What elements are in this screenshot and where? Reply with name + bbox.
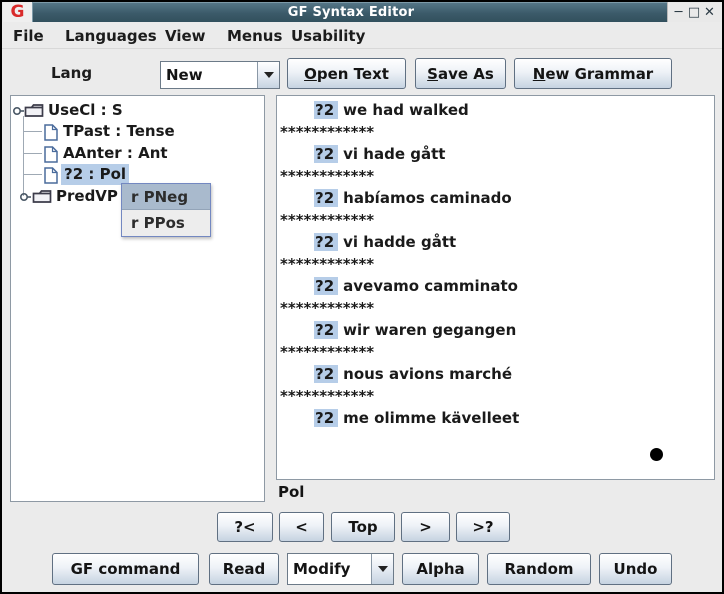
linearization-line: ?2 we had walked bbox=[278, 99, 713, 121]
focus-token[interactable]: ?2 bbox=[314, 189, 338, 207]
alpha-button[interactable]: Alpha bbox=[402, 553, 479, 585]
open-text-mnemonic: O bbox=[304, 65, 317, 83]
lang-label: Lang bbox=[51, 64, 92, 82]
linearization-line: ?2 wir waren gegangen bbox=[278, 319, 713, 341]
title-bar-main: GF Syntax Editor bbox=[32, 2, 669, 22]
status-label: Pol bbox=[278, 482, 304, 503]
sentence-text: avevamo camminato bbox=[343, 277, 518, 295]
tree-node-label[interactable]: TPast : Tense bbox=[63, 121, 175, 142]
chevron-down-icon[interactable] bbox=[257, 62, 279, 88]
sentence-text: habíamos caminado bbox=[343, 189, 512, 207]
focus-token[interactable]: ?2 bbox=[314, 145, 338, 163]
separator-line: ************ bbox=[278, 253, 713, 275]
linearization-line: ?2 vi hade gått bbox=[278, 143, 713, 165]
menu-file[interactable]: File bbox=[10, 25, 47, 47]
save-as-rest: ave As bbox=[438, 65, 494, 83]
prev-button[interactable]: < bbox=[279, 512, 324, 542]
sentence-text: we had walked bbox=[343, 101, 469, 119]
random-button[interactable]: Random bbox=[487, 553, 591, 585]
tree-expand-handle-icon[interactable] bbox=[19, 192, 31, 202]
focus-token[interactable]: ?2 bbox=[314, 409, 338, 427]
minimize-icon[interactable]: ─ bbox=[671, 4, 686, 20]
separator-line: ************ bbox=[278, 341, 713, 363]
new-grammar-rest: ew Grammar bbox=[545, 65, 653, 83]
focus-token[interactable]: ?2 bbox=[314, 365, 338, 383]
linearization-panel[interactable]: ?2 we had walked ************ ?2 vi hade g… bbox=[276, 95, 715, 480]
tree-row-selected[interactable]: ?2 : Pol bbox=[11, 164, 264, 185]
menu-view[interactable]: View bbox=[162, 25, 209, 47]
document-icon bbox=[44, 124, 58, 141]
gf-command-button[interactable]: GF command bbox=[52, 553, 199, 585]
focus-token[interactable]: ?2 bbox=[314, 321, 338, 339]
sentence-text: vi hade gått bbox=[343, 145, 445, 163]
modify-select[interactable]: Modify bbox=[287, 553, 394, 585]
separator-line: ************ bbox=[278, 165, 713, 187]
menu-usability[interactable]: Usability bbox=[288, 25, 368, 47]
language-select[interactable]: New bbox=[160, 61, 280, 89]
menu-menus[interactable]: Menus bbox=[224, 25, 285, 47]
app-window: G GF Syntax Editor ─ □ ✕ File Languages … bbox=[0, 0, 724, 594]
toolbar: Lang New Open Text Save As New Grammar bbox=[2, 50, 722, 95]
separator-line: ************ bbox=[278, 297, 713, 319]
linearization-line: ?2 habíamos caminado bbox=[278, 187, 713, 209]
document-icon bbox=[44, 167, 58, 184]
sentence-text: vi hadde gått bbox=[343, 233, 456, 251]
tree-row[interactable]: TPast : Tense bbox=[11, 121, 264, 142]
refinement-popup-menu: r PNeg r PPos bbox=[121, 183, 211, 237]
focus-token[interactable]: ?2 bbox=[314, 101, 338, 119]
maximize-icon[interactable]: □ bbox=[687, 4, 702, 20]
tree-expand-handle-icon[interactable] bbox=[12, 106, 24, 116]
caret-dot bbox=[650, 448, 663, 461]
separator-line: ************ bbox=[278, 385, 713, 407]
sentence-text: me olimme kävelleet bbox=[343, 409, 519, 427]
language-select-value: New bbox=[161, 62, 257, 88]
modify-select-value: Modify bbox=[288, 554, 371, 584]
sentence-text: wir waren gegangen bbox=[343, 321, 516, 339]
popup-item-pneg[interactable]: r PNeg bbox=[122, 184, 210, 210]
close-icon[interactable]: ✕ bbox=[702, 4, 717, 20]
gf-logo-icon: G bbox=[3, 2, 32, 22]
next-question-button[interactable]: >? bbox=[456, 512, 510, 542]
gf-logo-letter: G bbox=[11, 2, 25, 22]
tree-row[interactable]: AAnter : Ant bbox=[11, 143, 264, 164]
new-grammar-button[interactable]: New Grammar bbox=[514, 58, 672, 89]
tree-node-label[interactable]: AAnter : Ant bbox=[63, 143, 168, 164]
menu-bar: File Languages View Menus Usability bbox=[2, 23, 722, 49]
linearization-line: ?2 avevamo camminato bbox=[278, 275, 713, 297]
folder-icon bbox=[24, 103, 44, 118]
syntax-tree-panel[interactable]: UseCl : S TPast : Tense AAnter : Ant ?2 … bbox=[10, 95, 265, 502]
focus-token[interactable]: ?2 bbox=[314, 277, 338, 295]
popup-item-ppos[interactable]: r PPos bbox=[122, 210, 210, 236]
save-as-mnemonic: S bbox=[427, 65, 438, 83]
focus-token[interactable]: ?2 bbox=[314, 233, 338, 251]
tree-node-label-selected[interactable]: ?2 : Pol bbox=[61, 164, 129, 185]
title-bar: G GF Syntax Editor ─ □ ✕ bbox=[2, 2, 722, 22]
next-button[interactable]: > bbox=[401, 512, 450, 542]
read-button[interactable]: Read bbox=[209, 553, 279, 585]
top-button[interactable]: Top bbox=[331, 512, 395, 542]
sentence-text: nous avions marché bbox=[343, 365, 512, 383]
tree-node-label[interactable]: UseCl : S bbox=[48, 100, 123, 121]
folder-icon bbox=[32, 189, 52, 204]
linearization-line: ?2 nous avions marché bbox=[278, 363, 713, 385]
separator-line: ************ bbox=[278, 121, 713, 143]
linearization-line: ?2 vi hadde gått bbox=[278, 231, 713, 253]
prev-question-button[interactable]: ?< bbox=[217, 512, 273, 542]
tree-row-root[interactable]: UseCl : S bbox=[11, 100, 264, 121]
menu-languages[interactable]: Languages bbox=[62, 25, 160, 47]
window-title: GF Syntax Editor bbox=[288, 5, 414, 20]
window-controls: ─ □ ✕ bbox=[667, 2, 720, 22]
chevron-down-icon[interactable] bbox=[371, 554, 393, 584]
open-text-button[interactable]: Open Text bbox=[287, 58, 406, 89]
separator-line: ************ bbox=[278, 209, 713, 231]
open-text-rest: pen Text bbox=[317, 65, 389, 83]
new-grammar-mnemonic: N bbox=[533, 65, 546, 83]
undo-button[interactable]: Undo bbox=[599, 553, 672, 585]
tree-node-label[interactable]: PredVP bbox=[56, 186, 118, 207]
linearization-line: ?2 me olimme kävelleet bbox=[278, 407, 713, 429]
document-icon bbox=[44, 146, 58, 163]
save-as-button[interactable]: Save As bbox=[415, 58, 506, 89]
